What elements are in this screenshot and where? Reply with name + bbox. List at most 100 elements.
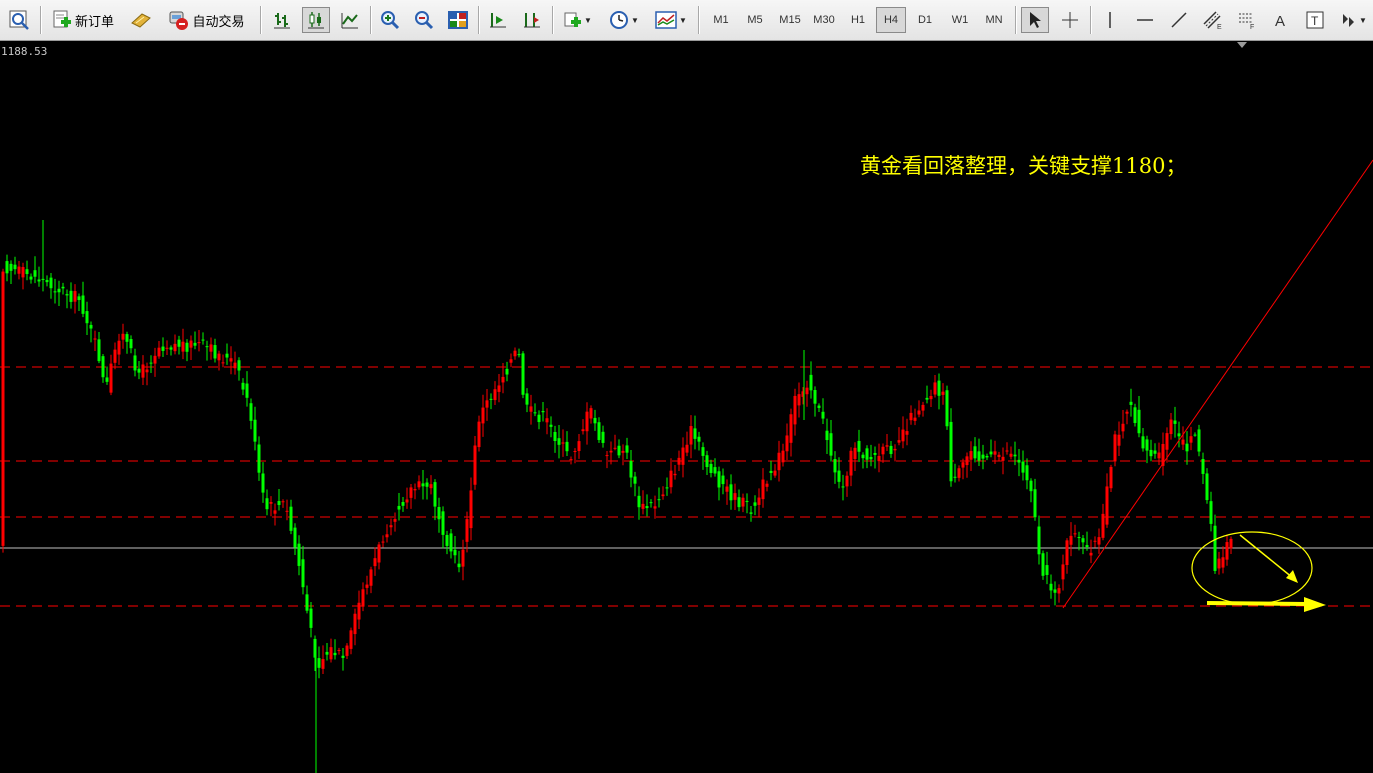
candle-body (553, 431, 557, 441)
candle-body (1017, 459, 1021, 463)
templates-dropdown[interactable]: ▼ (650, 7, 692, 33)
new-order-button[interactable]: 新订单 (46, 7, 120, 33)
candle-body (1213, 525, 1217, 571)
candle-body (905, 431, 909, 435)
thumb-arrows-icon (1343, 14, 1355, 27)
timeframe-mn[interactable]: MN (978, 7, 1010, 33)
timeframe-d1[interactable]: D1 (910, 7, 940, 33)
fibonacci-icon[interactable]: F (1233, 7, 1261, 33)
candle-body (541, 411, 545, 413)
candle-body (1217, 558, 1221, 569)
candle-body (893, 448, 897, 451)
candle-body (369, 569, 373, 586)
timeframe-m5[interactable]: M5 (740, 7, 770, 33)
timeframe-h1[interactable]: H1 (843, 7, 873, 33)
candle-body (137, 368, 141, 373)
candle-body (533, 412, 537, 414)
indicators-dropdown[interactable]: ▼ (558, 7, 596, 33)
auto-trading-icon (169, 11, 189, 30)
market-watch-icon[interactable] (4, 7, 34, 33)
candle-body (1229, 538, 1233, 549)
candle-body (957, 468, 961, 478)
candle-body (329, 647, 333, 660)
arrows-dropdown[interactable]: ▼ (1335, 7, 1371, 33)
text-label-icon[interactable]: T (1301, 7, 1329, 33)
horizontal-line-icon[interactable] (1131, 7, 1159, 33)
candle-body (309, 608, 313, 628)
candle-body (945, 390, 949, 427)
candle-body (825, 430, 829, 441)
vertical-line-icon[interactable] (1096, 7, 1124, 33)
line-chart-icon[interactable] (336, 7, 364, 33)
bar-chart-icon[interactable] (268, 7, 296, 33)
candle-body (765, 483, 769, 487)
zoom-out-icon[interactable] (410, 7, 438, 33)
experts-icon[interactable] (128, 7, 154, 33)
candle-body (545, 418, 549, 423)
candle-body (381, 541, 385, 543)
candle-body (861, 454, 865, 459)
candle-body (617, 445, 621, 456)
timeframe-m15[interactable]: M15 (774, 7, 806, 33)
timeframe-h4[interactable]: H4 (876, 7, 906, 33)
candle-body (605, 455, 609, 457)
candle-body (437, 506, 441, 520)
candle-body (193, 342, 197, 346)
candle-body (173, 343, 177, 352)
candle-body (1025, 465, 1029, 481)
candle-body (665, 487, 669, 489)
candle-body (1225, 542, 1229, 560)
candle-body (1153, 450, 1157, 454)
auto-trading-button[interactable]: 自动交易 (160, 7, 252, 33)
candle-body (349, 630, 353, 649)
svg-text:T: T (1311, 14, 1319, 28)
crosshair-icon[interactable] (1056, 7, 1084, 33)
candle-body (113, 349, 117, 363)
candle-body (261, 473, 265, 493)
candle-body (297, 543, 301, 566)
equidistant-channel-icon[interactable]: E (1199, 7, 1227, 33)
candle-body (701, 447, 705, 456)
candle-body (257, 444, 261, 473)
candle-body (677, 457, 681, 465)
timeframe-m1[interactable]: M1 (706, 7, 736, 33)
candle-body (161, 346, 165, 351)
candle-body (577, 441, 581, 452)
candlestick-chart-icon[interactable] (302, 7, 330, 33)
toolbar-separator (1090, 6, 1092, 34)
chart-shift-icon[interactable] (518, 7, 546, 33)
cursor-icon[interactable] (1021, 7, 1049, 33)
trendline-icon[interactable] (1165, 7, 1193, 33)
timeframe-w1[interactable]: W1 (944, 7, 976, 33)
candle-body (101, 356, 105, 378)
candle-body (569, 459, 573, 461)
candle-body (277, 501, 281, 505)
toolbar: 新订单 自动交易 ▼ ▼ ▼ M1 M5 M15 M30 H1 H4 D1 W1… (0, 0, 1373, 41)
candle-body (73, 291, 77, 302)
candle-body (561, 442, 565, 444)
candle-body (1101, 513, 1105, 538)
candle-body (1169, 419, 1173, 435)
candle-body (725, 486, 729, 492)
candle-body (965, 456, 969, 466)
candle-body (9, 263, 13, 271)
candle-body (333, 652, 337, 656)
toolbar-separator (478, 6, 480, 34)
tile-windows-icon[interactable] (444, 7, 472, 33)
periods-dropdown[interactable]: ▼ (604, 7, 644, 33)
candle-body (1, 271, 5, 546)
clock-icon (610, 11, 629, 29)
chart-shift-marker[interactable] (1236, 41, 1248, 49)
auto-scroll-icon[interactable] (484, 7, 512, 33)
text-tool-icon[interactable]: A (1267, 7, 1295, 33)
candle-body (993, 451, 997, 455)
candle-body (913, 417, 917, 421)
candle-body (937, 380, 941, 396)
candle-body (829, 433, 833, 456)
candle-body (225, 353, 229, 358)
candle-body (421, 483, 425, 487)
candle-body (273, 510, 277, 514)
candle-body (361, 589, 365, 607)
zoom-in-icon[interactable] (376, 7, 404, 33)
timeframe-m30[interactable]: M30 (808, 7, 840, 33)
